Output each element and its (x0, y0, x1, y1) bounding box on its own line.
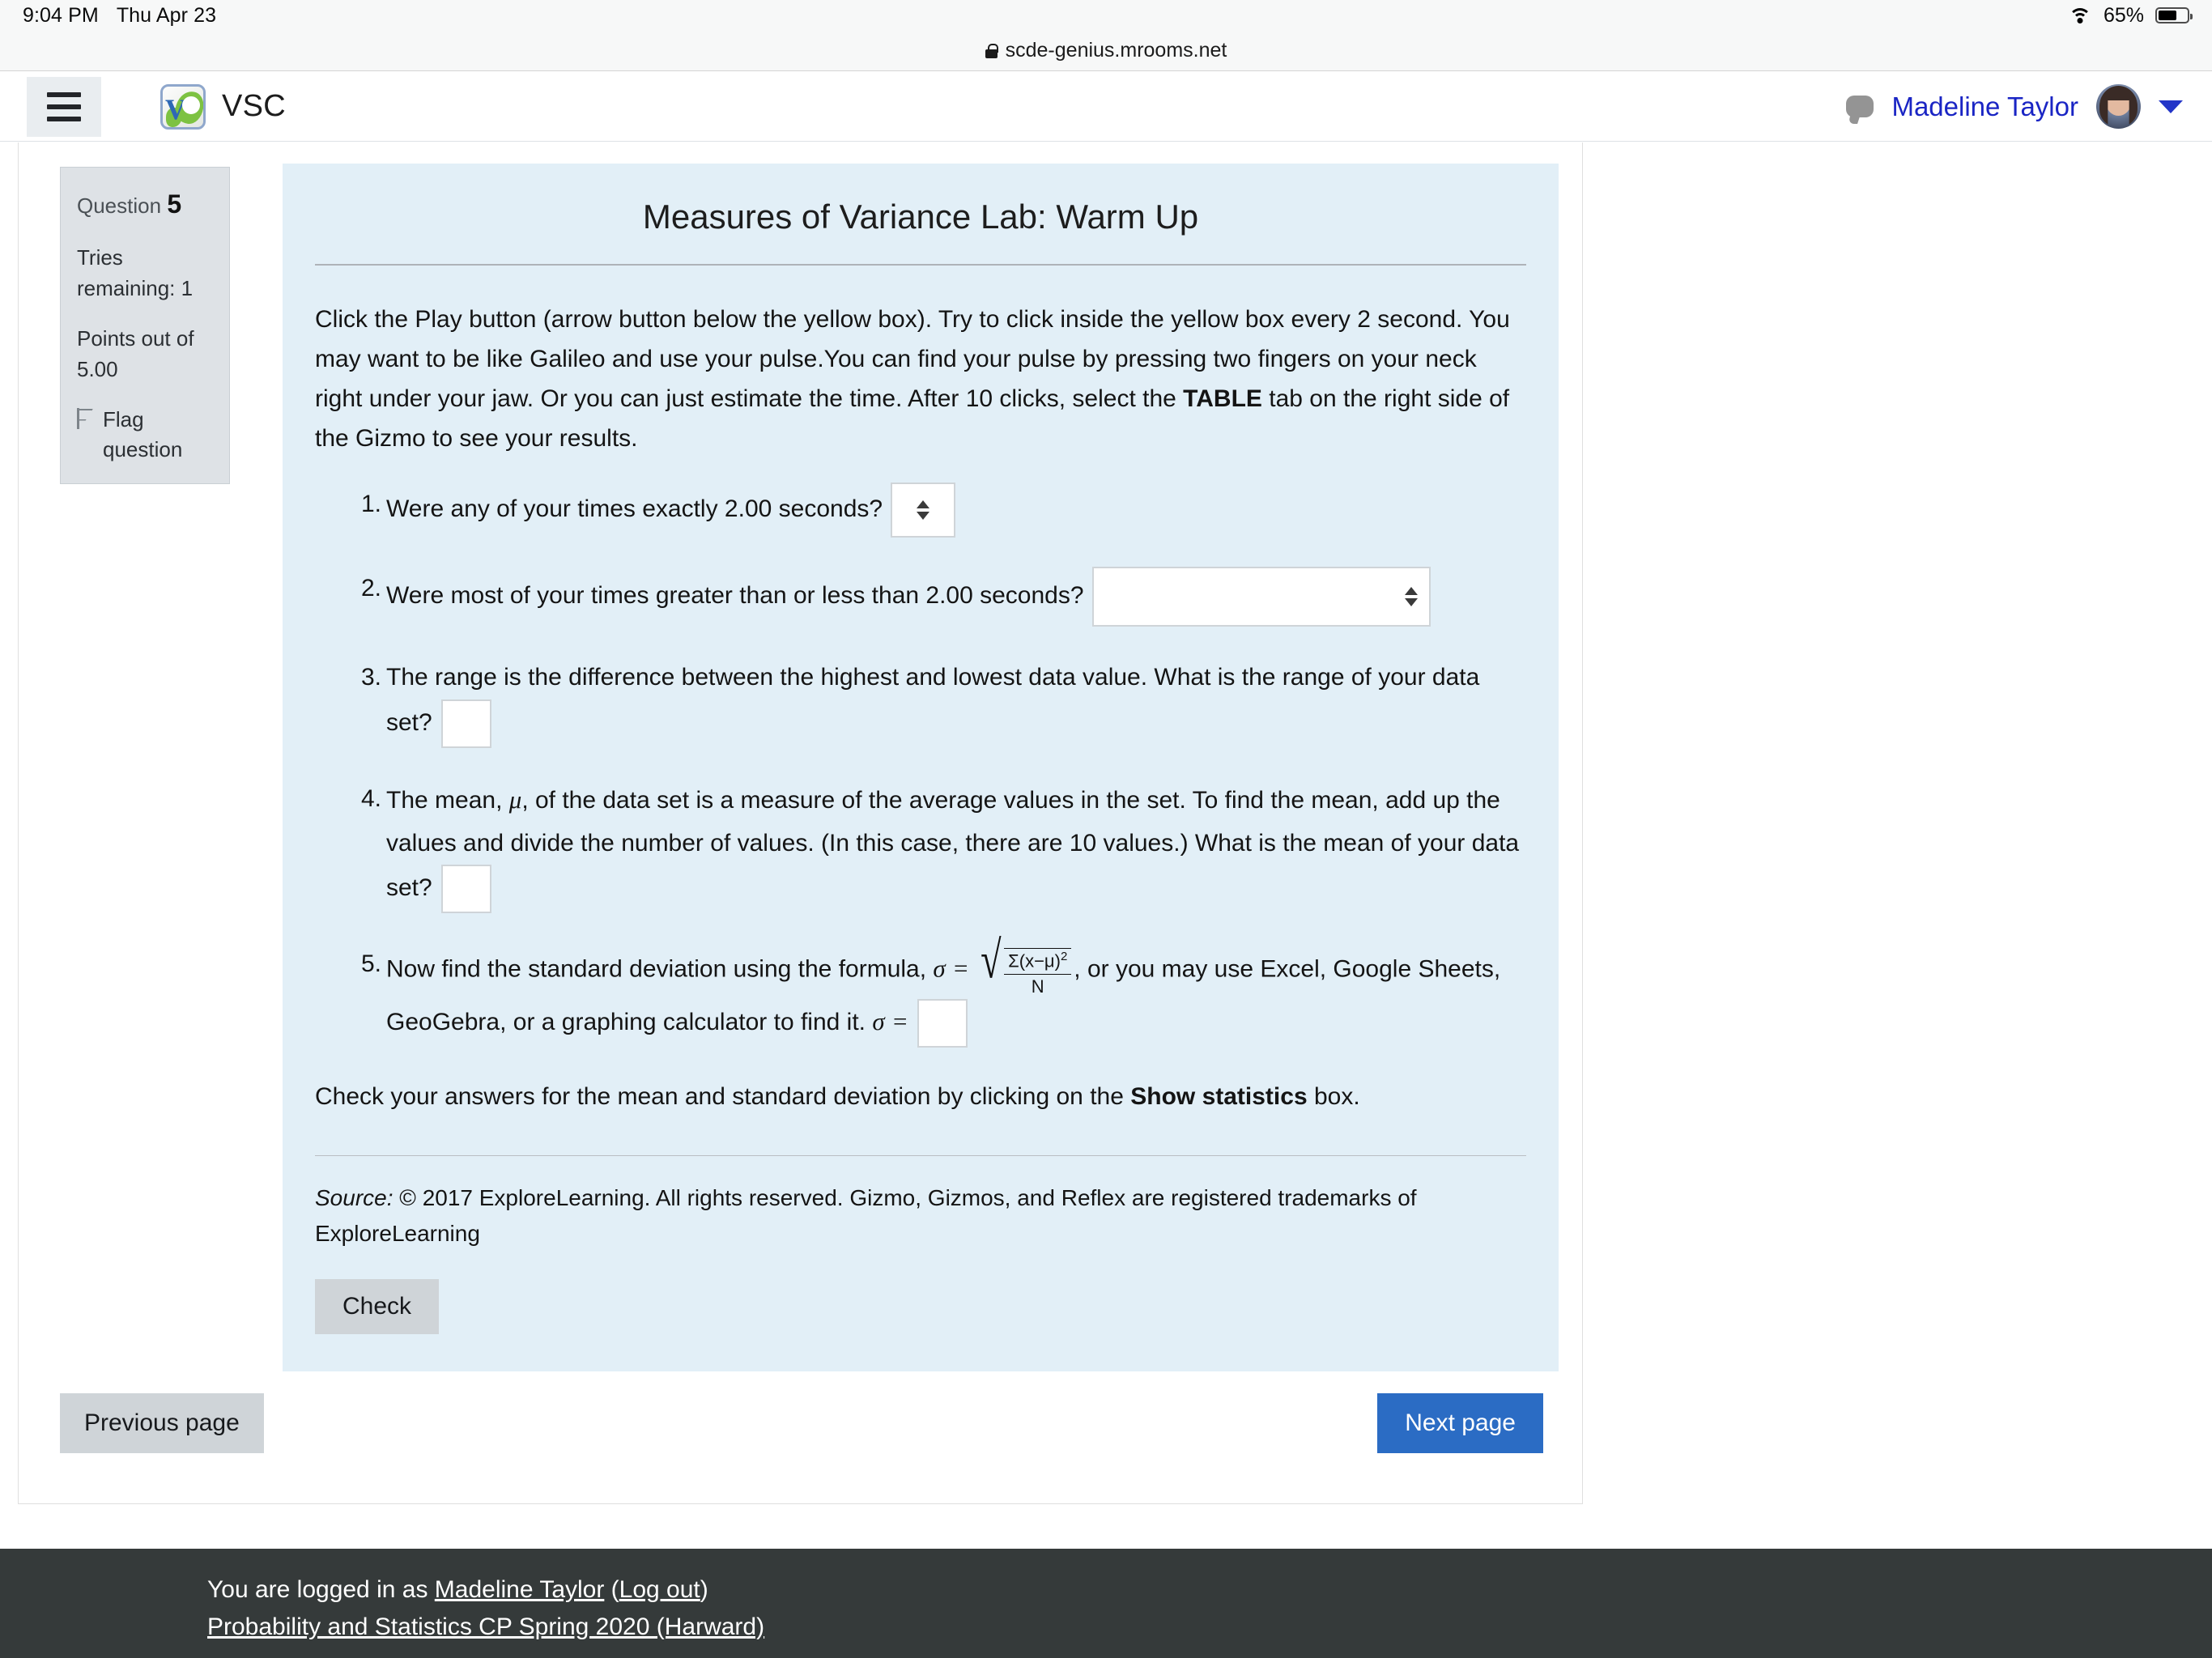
equals-symbol: = (952, 954, 969, 983)
lock-icon (985, 43, 998, 58)
footer-login-line: You are logged in as Madeline Taylor (Lo… (207, 1571, 2212, 1609)
user-name-link[interactable]: Madeline Taylor (1891, 91, 2078, 122)
question-2-select[interactable] (1091, 567, 1431, 627)
status-bar-left: 9:04 PM Thu Apr 23 (23, 4, 216, 28)
question-2-text: Were most of your times greater than or … (386, 582, 1084, 610)
question-item-4: The mean, μ, of the data set is a measur… (354, 777, 1526, 914)
status-bar-right: 65% (2068, 3, 2193, 28)
check-answers-paragraph: Check your answers for the mean and stan… (315, 1077, 1526, 1116)
page-title: Measures of Variance Lab: Warm Up (642, 198, 1199, 236)
intro-bold-table: TABLE (1183, 385, 1262, 412)
status-date: Thu Apr 23 (116, 3, 217, 27)
question-5-input[interactable] (917, 998, 968, 1048)
previous-page-button[interactable]: Previous page (60, 1393, 264, 1453)
question-1-text: Were any of your times exactly 2.00 seco… (386, 495, 883, 523)
source-attribution: Source: © 2017 ExploreLearning. All righ… (315, 1180, 1526, 1251)
question-number: 5 (167, 189, 182, 219)
page-navigation: Previous page Next page (60, 1393, 1543, 1453)
source-label: Source: (315, 1185, 393, 1211)
question-4-text-2: , of the data set is a measure of the av… (386, 786, 1520, 902)
status-time: 9:04 PM (23, 3, 99, 27)
site-header: V VSC Madeline Taylor (0, 72, 2212, 142)
wifi-icon (2068, 6, 2092, 24)
check-text-2: box. (1307, 1082, 1360, 1110)
check-text-bold: Show statistics (1130, 1082, 1308, 1110)
question-info-box: Question 5 Tries remaining: 1 Points out… (60, 167, 230, 485)
question-item-1: Were any of your times exactly 2.00 seco… (354, 483, 1526, 538)
question-3-text: The range is the difference between the … (386, 664, 1480, 736)
tries-remaining: Tries remaining: 1 (77, 244, 194, 300)
equals-symbol-2: = (891, 1006, 908, 1035)
question-number-row: Question 5 (77, 185, 215, 223)
fraction: Σ(x−μ)2 N (1004, 948, 1072, 997)
ios-status-bar: 9:04 PM Thu Apr 23 65% (0, 0, 2212, 31)
flag-question-label: Flag question (103, 406, 183, 462)
question-4-text-1: The mean, (386, 786, 509, 814)
message-bubble-icon[interactable] (1846, 96, 1874, 117)
numerator-text: Σ(x−μ) (1008, 950, 1061, 971)
intro-paragraph: Click the Play button (arrow button belo… (315, 300, 1526, 459)
question-item-3: The range is the difference between the … (354, 656, 1526, 748)
brand-name: VSC (222, 89, 287, 123)
question-1-select[interactable] (891, 483, 956, 538)
sigma-symbol-2: σ (872, 1006, 885, 1035)
question-item-5: Now find the standard deviation using th… (354, 933, 1526, 1048)
square-root-formula: √ Σ(x−μ)2 N (978, 933, 1072, 997)
flag-question-button[interactable]: Flag question (77, 405, 215, 466)
vsc-logo-icon: V (160, 83, 206, 130)
next-page-button[interactable]: Next page (1377, 1393, 1543, 1453)
battery-percent-label: 65% (2103, 3, 2144, 27)
site-footer: You are logged in as Madeline Taylor (Lo… (0, 1549, 2212, 1658)
question-4-input[interactable] (441, 865, 492, 914)
footer-paren-close: ) (700, 1576, 708, 1603)
question-5-text-1: Now find the standard deviation using th… (386, 955, 934, 983)
points-out-of: Points out of 5.00 (77, 325, 194, 381)
source-text: © 2017 ExploreLearning. All rights reser… (315, 1185, 1417, 1247)
brand[interactable]: V VSC (160, 83, 287, 130)
question-list: Were any of your times exactly 2.00 seco… (315, 483, 1526, 1048)
url-text: scde-genius.mrooms.net (1005, 39, 1227, 62)
check-text-1: Check your answers for the mean and stan… (315, 1082, 1131, 1110)
sigma-symbol: σ (933, 954, 946, 983)
hamburger-menu-icon[interactable] (27, 76, 101, 137)
mu-symbol: μ (508, 784, 522, 814)
footer-paren-open: ( (604, 1576, 619, 1603)
footer-login-prefix: You are logged in as (207, 1576, 435, 1603)
fraction-numerator: Σ(x−μ)2 (1004, 950, 1072, 975)
browser-url-bar[interactable]: scde-genius.mrooms.net (0, 31, 2212, 71)
numerator-exponent: 2 (1060, 950, 1068, 964)
question-body: Measures of Variance Lab: Warm Up Click … (283, 164, 1559, 1371)
flag-icon (77, 407, 95, 429)
page-content-area: Question 5 Tries remaining: 1 Points out… (18, 142, 1583, 1504)
question-3-input[interactable] (441, 699, 492, 748)
select-arrows-icon (1404, 587, 1418, 607)
radical-sign-icon: √ (981, 930, 1002, 990)
footer-course-line: Probability and Statistics CP Spring 202… (207, 1609, 2212, 1646)
logout-link[interactable]: Log out (619, 1576, 700, 1603)
chevron-down-icon[interactable] (2159, 100, 2183, 113)
user-avatar[interactable] (2096, 84, 2141, 129)
question-label: Question (77, 193, 162, 218)
question-item-2: Were most of your times greater than or … (354, 567, 1526, 627)
source-divider (315, 1154, 1526, 1157)
footer-user-link[interactable]: Madeline Taylor (435, 1576, 605, 1603)
header-user-menu[interactable]: Madeline Taylor (1846, 84, 2183, 129)
course-link[interactable]: Probability and Statistics CP Spring 202… (207, 1609, 764, 1646)
battery-icon (2155, 7, 2193, 23)
title-divider (315, 264, 1526, 266)
select-arrows-icon (917, 500, 930, 521)
check-button[interactable]: Check (315, 1278, 440, 1334)
fraction-denominator: N (1031, 976, 1044, 997)
